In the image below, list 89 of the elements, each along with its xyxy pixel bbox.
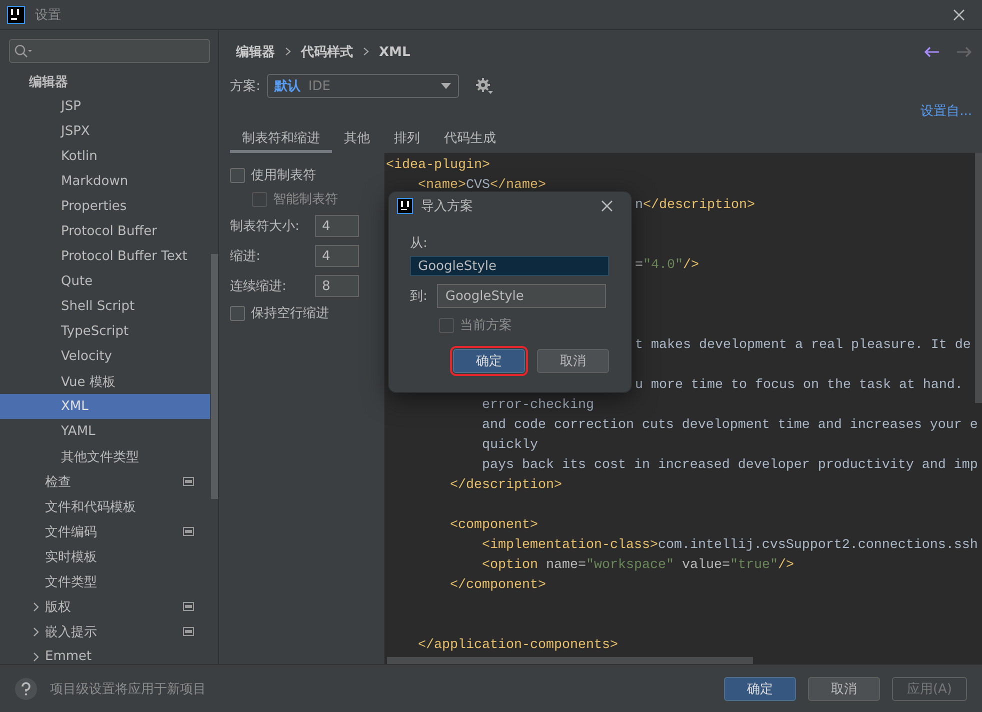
code-line: <option name="workspace" value="true"/> [480,558,794,573]
code-line: <implementation-class>com.intellij.cvsSupport2.connections.ssh [480,538,978,553]
field-label: 缩进: [230,248,262,265]
sidebar-item[interactable]: JSP [0,94,210,119]
code-line: </component> [448,578,546,593]
scrollbar[interactable] [975,153,982,403]
set-from-link[interactable]: 设置自... [920,102,972,120]
chevron-icon[interactable] [32,652,40,662]
dialog-button[interactable]: 确定 [453,349,525,373]
breadcrumb-item[interactable]: XML [379,44,410,60]
sidebar-item[interactable]: 实时模板 [0,544,210,569]
from-label: 从: [410,235,428,253]
code-line: <idea-plugin> [386,158,490,173]
code-line: </description> [448,478,562,493]
code-line: </application-components> [416,638,618,653]
sidebar-item[interactable]: Protocol Buffer [0,219,210,244]
tab[interactable]: 代码生成 [432,126,508,153]
sidebar-item[interactable]: XML [0,394,210,419]
to-field[interactable]: GoogleStyle [437,284,606,308]
help-icon[interactable] [15,678,37,700]
scrollbar[interactable] [211,254,218,499]
sidebar-item[interactable]: 其他文件类型 [0,444,210,469]
number-field[interactable]: 4 [315,215,359,237]
sidebar-item[interactable]: Vue 模板 [0,369,210,394]
from-field[interactable]: GoogleStyle [410,256,609,276]
gear-icon[interactable] [475,77,494,95]
checkbox-label: 智能制表符 [273,191,338,208]
app-logo-icon [397,198,413,214]
close-icon[interactable] [952,8,966,22]
sidebar-item[interactable]: 文件类型 [0,569,210,594]
back-arrow-icon[interactable] [924,46,940,58]
field-label: 连续缩进: [230,278,288,295]
sidebar-item[interactable]: 嵌入提示 [0,619,210,644]
checkbox[interactable] [230,306,245,320]
sidebar-item[interactable]: Qute [0,269,210,294]
sidebar-item[interactable]: Protocol Buffer Text [0,244,210,269]
code-line: and code correction cuts development time and increases your e [480,418,978,433]
code-line: error-checking [480,398,594,413]
code-line: <component> [448,518,538,533]
dialog-title: 导入方案 [421,198,473,215]
breadcrumb-item[interactable]: 代码样式 [301,43,353,61]
scheme-dropdown[interactable]: 默认 IDE [267,74,460,98]
window-title: 设置 [35,6,61,24]
sidebar-item[interactable]: 版权 [0,594,210,619]
footer-hint: 项目级设置将应用于新项目 [50,680,206,698]
dialog-button[interactable]: 确定 [724,676,796,700]
code-line: <name>CVS</name> [416,178,546,193]
tab[interactable]: 制表符和缩进 [230,126,332,153]
code-line: ="4.0"/> [635,258,699,273]
code-line: n</description> [635,198,755,213]
sidebar-item[interactable]: YAML [0,419,210,444]
sidebar-item[interactable]: 检查 [0,469,210,494]
sidebar-item[interactable]: Markdown [0,169,210,194]
sidebar-item[interactable]: 编辑器 [0,69,210,94]
code-line: pays back its cost in increased developer productivity and imp [480,458,978,473]
scrollbar[interactable] [387,657,753,664]
dialog-button[interactable]: 取消 [808,676,880,700]
sidebar-item[interactable]: Properties [0,194,210,219]
checkbox-label: 使用制表符 [251,167,316,184]
tab[interactable]: 其他 [332,126,382,153]
to-label: 到: [410,288,428,306]
field-label: 制表符大小: [230,218,300,235]
code-line: t makes development a real pleasure. It de [635,338,971,353]
checkbox-label: 当前方案 [460,317,512,334]
caret-icon[interactable] [441,83,452,89]
app-logo-icon [7,6,25,24]
checkbox-label: 保持空行缩进 [251,305,329,322]
sidebar-item[interactable]: Velocity [0,344,210,369]
sidebar-item[interactable]: TypeScript [0,319,210,344]
number-field[interactable]: 8 [315,275,359,297]
scheme-label: 方案: [230,78,260,95]
search-icon [14,44,32,58]
tab[interactable]: 排列 [382,126,432,153]
sidebar-item[interactable]: JSPX [0,119,210,144]
chevron-icon[interactable] [32,602,40,612]
code-line: u more time to focus on the task at hand. [635,378,963,393]
sidebar-item[interactable]: Shell Script [0,294,210,319]
dialog-button[interactable]: 取消 [537,349,609,373]
sidebar-item[interactable]: Kotlin [0,144,210,169]
search-field[interactable] [9,39,210,63]
close-icon[interactable] [601,200,613,212]
checkbox[interactable] [230,168,245,182]
sidebar-item[interactable]: 文件和代码模板 [0,494,210,519]
sidebar-item[interactable]: 文件编码 [0,519,210,544]
number-field[interactable]: 4 [315,245,359,267]
breadcrumb-item[interactable]: 编辑器 [236,43,275,61]
code-line: quickly [480,438,538,453]
sidebar-item[interactable]: Emmet [0,644,210,664]
chevron-icon[interactable] [32,626,40,636]
